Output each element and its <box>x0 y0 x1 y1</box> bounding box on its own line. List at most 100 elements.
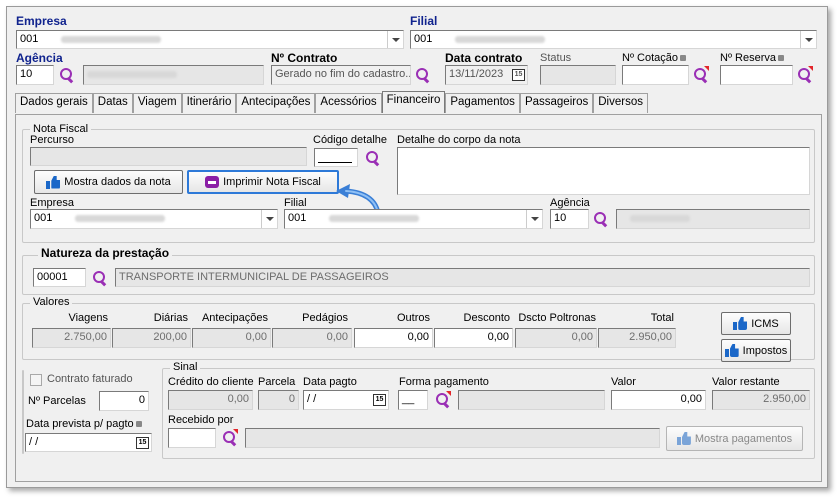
icms-label: ICMS <box>751 317 779 330</box>
viagens-label: Viagens <box>68 312 108 324</box>
thumbs-up-icon <box>46 176 60 189</box>
data-pagto-input[interactable]: / / 15 <box>303 390 389 410</box>
nf-empresa-value: 001 <box>34 212 53 224</box>
percurso-field <box>30 147 307 166</box>
valor-label: Valor <box>611 376 636 388</box>
valor-restante-label: Valor restante <box>712 376 780 388</box>
mostra-dados-nota-label: Mostra dados da nota <box>64 176 171 188</box>
outros-input[interactable]: 0,00 <box>354 328 433 348</box>
data-contrato-value: 13/11/2023 <box>449 68 504 80</box>
tab-acessorios[interactable]: Acessórios <box>315 93 382 113</box>
empresa-dropdown-icon[interactable] <box>387 31 403 48</box>
agencia-value: 10 <box>20 68 33 80</box>
tab-viagem[interactable]: Viagem <box>132 93 182 113</box>
data-contrato-label: Data contrato <box>445 51 523 65</box>
filial-label: Filial <box>410 14 438 28</box>
agencia-name-field <box>83 65 264 85</box>
calendar-icon[interactable]: 15 <box>373 394 386 406</box>
forma-pagamento-input[interactable]: __ <box>398 390 428 410</box>
lock-icon <box>135 421 142 428</box>
agencia-input[interactable]: 10 <box>16 65 54 85</box>
recebido-por-indicator-icon <box>233 429 238 434</box>
agencia-search-icon[interactable] <box>59 67 75 83</box>
reserva-label-text: Nº Reserva <box>720 52 776 64</box>
desconto-label: Desconto <box>463 312 510 324</box>
contrato-faturado-checkbox[interactable] <box>30 374 42 386</box>
desconto-input[interactable]: 0,00 <box>434 328 513 348</box>
nf-filial-select[interactable]: 001 <box>284 209 543 229</box>
mostra-pagamentos-button[interactable]: Mostra pagamentos <box>666 426 803 451</box>
thumbs-up-icon <box>724 344 739 357</box>
recebido-por-input[interactable] <box>168 428 216 448</box>
status-field <box>540 65 616 85</box>
calendar-icon[interactable]: 15 <box>136 437 149 449</box>
nf-filial-value: 001 <box>288 212 307 224</box>
data-contrato-field: 13/11/2023 15 <box>445 65 528 85</box>
codigo-detalhe-label: Código detalhe <box>313 134 388 146</box>
imprimir-nota-fiscal-button[interactable]: Imprimir Nota Fiscal <box>187 170 339 194</box>
calendar-icon[interactable]: 15 <box>512 69 525 81</box>
empresa-value: 001 <box>20 33 39 45</box>
recebido-por-description <box>245 428 660 448</box>
lock-icon <box>777 55 784 62</box>
data-prevista-input[interactable]: / / 15 <box>25 433 152 452</box>
financeiro-panel: Nota Fiscal Percurso Código detalhe Deta… <box>15 114 822 482</box>
filial-dropdown-icon[interactable] <box>800 31 816 48</box>
tab-bar: Dados gerais Datas Viagem Itinerário Ant… <box>15 91 648 113</box>
mostra-dados-nota-button[interactable]: Mostra dados da nota <box>34 170 183 194</box>
pedagios-label: Pedágios <box>302 312 348 324</box>
valor-input[interactable]: 0,00 <box>611 390 706 410</box>
natureza-search-icon[interactable] <box>92 270 108 286</box>
nf-empresa-label: Empresa <box>30 197 75 209</box>
tab-pagamentos[interactable]: Pagamentos <box>445 93 520 113</box>
codigo-detalhe-search-icon[interactable] <box>365 150 381 166</box>
credito-value: 0,00 <box>168 390 253 410</box>
tab-diversos[interactable]: Diversos <box>593 93 648 113</box>
printer-icon <box>205 176 220 188</box>
percurso-label: Percurso <box>30 134 75 146</box>
natureza-title: Natureza da prestação <box>38 246 173 260</box>
total-label: Total <box>650 312 674 324</box>
tab-datas[interactable]: Datas <box>92 93 133 113</box>
reserva-label: Nº Reserva <box>720 52 784 64</box>
filial-select[interactable]: 001 <box>410 30 817 49</box>
contrato-search-icon[interactable] <box>415 67 431 83</box>
codigo-detalhe-input[interactable] <box>314 148 358 167</box>
tab-itinerario[interactable]: Itinerário <box>181 93 237 113</box>
nf-agencia-input[interactable]: 10 <box>550 209 589 229</box>
nf-agencia-name-field <box>616 209 810 229</box>
cotacao-input[interactable] <box>622 65 689 85</box>
pedagios-value: 0,00 <box>272 328 352 348</box>
reserva-input[interactable] <box>720 65 793 85</box>
dscto-poltronas-label: Dscto Poltronas <box>518 312 596 324</box>
tab-antecipacoes[interactable]: Antecipações <box>236 93 316 113</box>
contrato-field: Gerado no fim do cadastro... <box>271 65 411 85</box>
data-pagto-value: / / <box>307 393 317 405</box>
nf-empresa-select[interactable]: 001 <box>30 209 278 229</box>
cotacao-indicator-icon <box>704 66 709 71</box>
valor-restante-value: 2.950,00 <box>712 390 810 410</box>
nf-agencia-search-icon[interactable] <box>593 211 609 227</box>
natureza-code-input[interactable]: 00001 <box>33 268 86 287</box>
impostos-button[interactable]: Impostos <box>721 339 791 362</box>
data-prevista-label-text: Data prevista p/ pagto <box>26 418 134 430</box>
sinal-title: Sinal <box>170 361 201 373</box>
detalhe-corpo-textarea[interactable] <box>397 147 810 195</box>
data-prevista-value: / / <box>29 436 39 448</box>
filial-value: 001 <box>414 33 433 45</box>
parcelas-label: Nº Parcelas <box>28 395 86 407</box>
tab-financeiro[interactable]: Financeiro <box>381 91 446 113</box>
nf-filial-dropdown-icon[interactable] <box>526 210 542 228</box>
empresa-select[interactable]: 001 <box>16 30 404 49</box>
icms-button[interactable]: ICMS <box>721 312 791 335</box>
nf-empresa-dropdown-icon[interactable] <box>261 210 277 228</box>
diarias-label: Diárias <box>153 312 188 324</box>
credito-label: Crédito do cliente <box>168 376 254 388</box>
parcelas-input[interactable]: 0 <box>99 391 149 411</box>
parcela-label: Parcela <box>258 376 296 388</box>
status-label: Status <box>540 52 572 64</box>
cotacao-label: Nº Cotação <box>622 52 686 64</box>
tab-dados-gerais[interactable]: Dados gerais <box>15 93 93 113</box>
diarias-value: 200,00 <box>112 328 191 348</box>
tab-passageiros[interactable]: Passageiros <box>519 93 594 113</box>
